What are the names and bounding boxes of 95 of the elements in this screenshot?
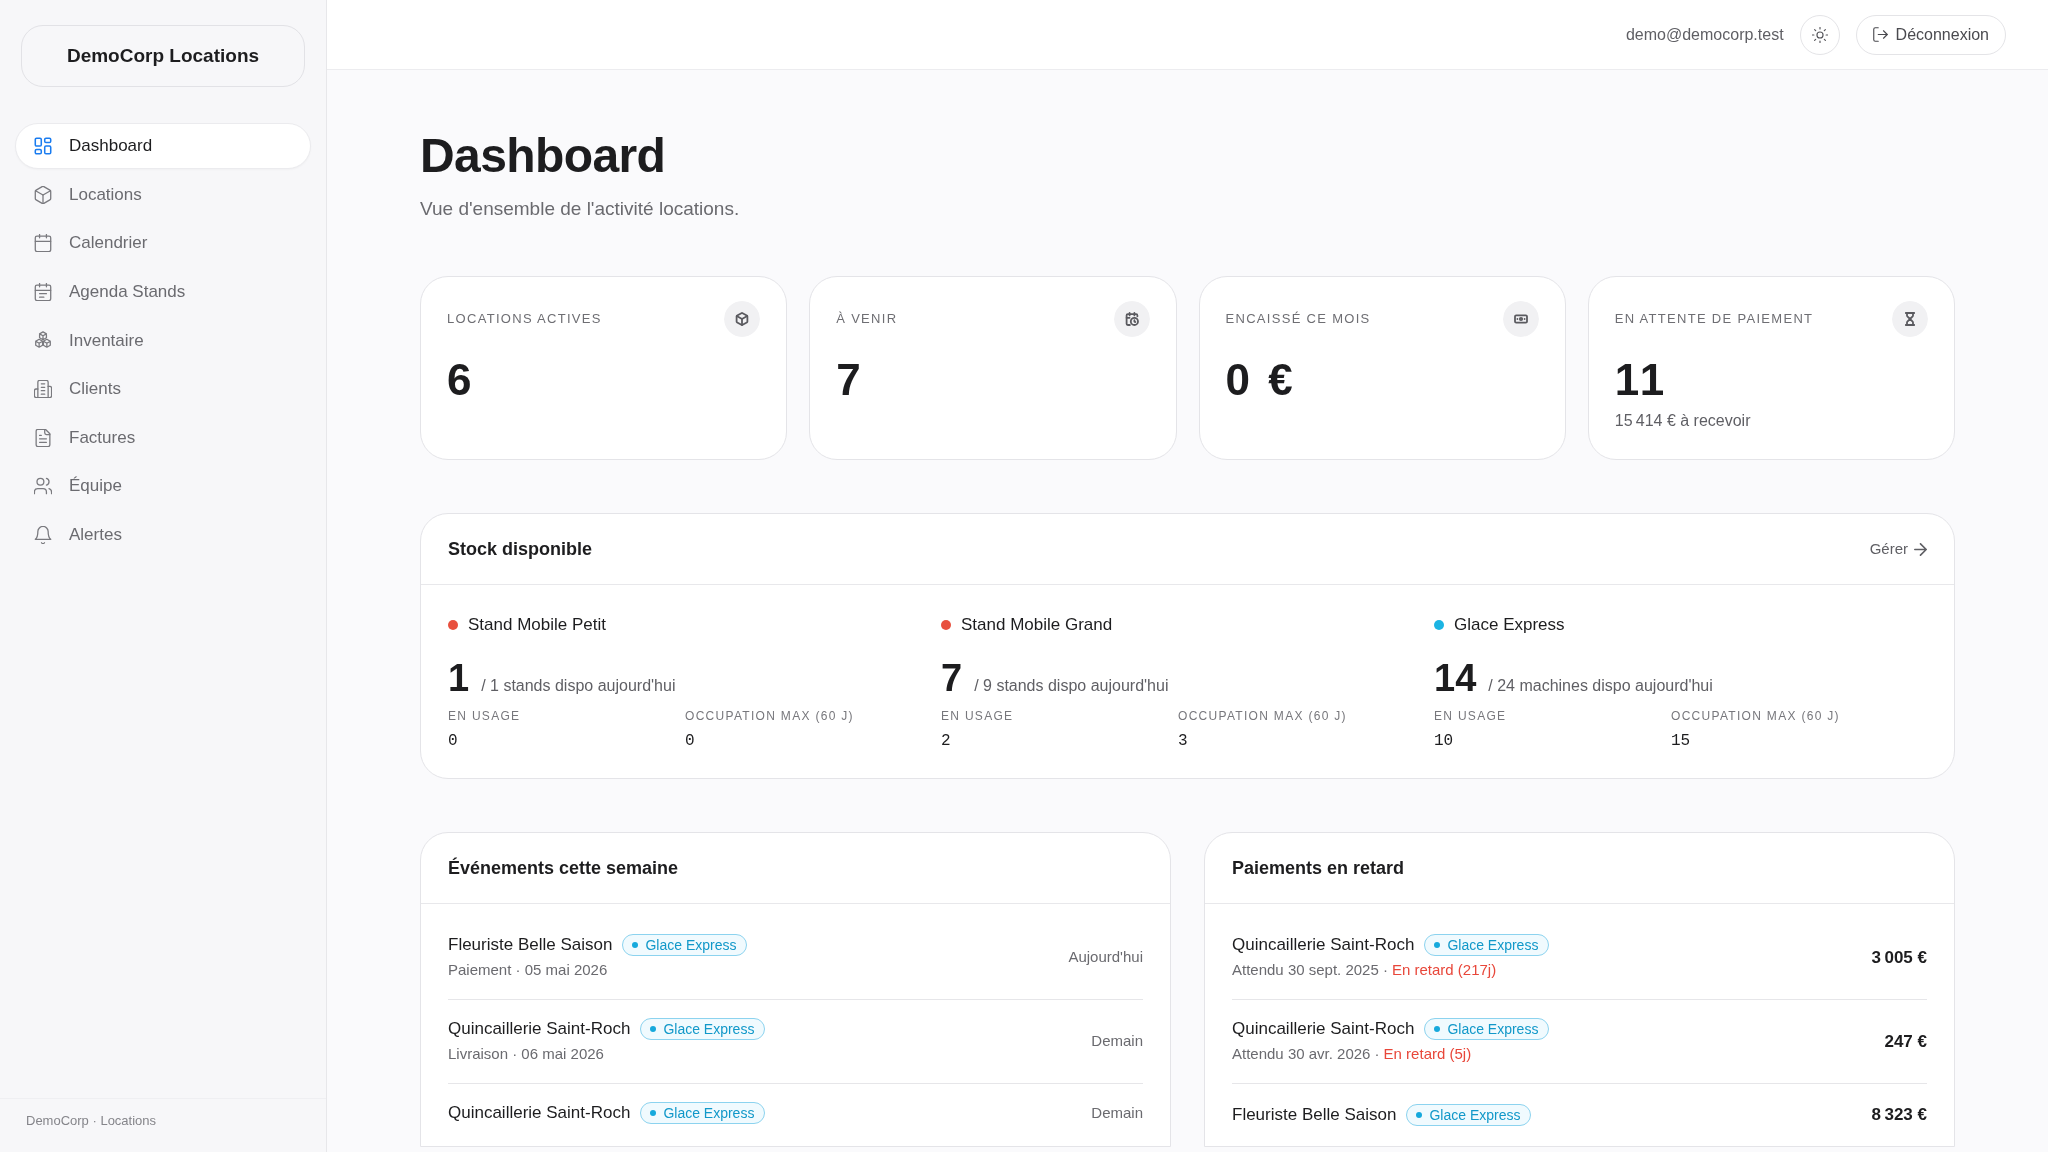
sidebar-nav-item[interactable]: Alertes [15,511,311,558]
event-detail: Livraison · 06 mai 2026 [448,1044,604,1064]
stat-label: À VENIR [836,310,898,329]
capacity-text: / 1 stands dispo aujourd'hui [481,676,676,696]
event-detail: Paiement · 05 mai 2026 [448,960,608,980]
metric-label: EN USAGE [941,708,1015,724]
product-tag-label: Glace Express [1447,1020,1539,1039]
sidebar-nav-item[interactable]: Clients [15,365,311,412]
event-day: Demain [1091,1030,1143,1053]
panel-title: Événements cette semaine [448,856,679,880]
metric-label: OCCUPATION MAX (60 J) [685,708,855,724]
calendar-clock-icon [1113,301,1150,337]
client-name: Fleuriste Belle Saison [448,934,613,956]
tag-dot-icon [632,942,639,948]
client-name: Quincaillerie Saint-Roch [1232,934,1415,956]
cube-icon [34,185,52,204]
available-count: 14 [1434,656,1477,700]
product-tag-label: Glace Express [1429,1105,1521,1125]
logout-button[interactable]: Déconnexion [1855,14,2006,55]
brand-name: DemoCorp Locations [21,25,305,87]
sidebar-nav-item[interactable]: Calendrier [15,220,311,267]
users-icon [34,477,52,496]
overdue-status: En retard (5j) [1383,1044,1472,1064]
metric-value: 15 [1671,731,1692,751]
event-day: Demain [1091,1102,1143,1125]
logout-icon [1872,27,1888,42]
client-name: Quincaillerie Saint-Roch [1232,1018,1415,1040]
sidebar-nav-item[interactable]: Équipe [15,463,311,510]
metric-label: OCCUPATION MAX (60 J) [1671,708,1841,724]
metric-label: EN USAGE [1434,708,1508,724]
product-tag-label: Glace Express [663,1020,755,1039]
stat-value: 6 [447,355,476,405]
metric-value: 10 [1434,731,1455,751]
product-tag-label: Glace Express [645,936,737,955]
client-name: Quincaillerie Saint-Roch [448,1018,631,1040]
page-subtitle: Vue d'ensemble de l'activité locations. [420,197,741,221]
dashboard-grid-icon [34,137,52,155]
sidebar-footer-text: DemoCorp · Locations [0,1097,326,1152]
cubes-icon [34,331,52,350]
sidebar-nav-item[interactable]: Inventaire [15,317,311,364]
sidebar-nav-item[interactable]: Dashboard [15,123,311,169]
arrow-right-icon [1914,542,1927,556]
document-icon [34,428,52,447]
calendar-icon [34,234,52,253]
tag-dot-icon [650,1026,657,1032]
amount-due: 8 323 € [1871,1104,1927,1126]
metric-value: 3 [1178,731,1189,751]
available-count: 1 [448,656,470,700]
client-name: Quincaillerie Saint-Roch [448,1102,631,1125]
calendar-list-icon [34,282,52,301]
banknote-icon [1502,301,1539,337]
stat-note: 15 414 € à recevoir [1614,411,1752,431]
tag-dot-icon [1434,1026,1441,1032]
overdue-status: En retard (217j) [1391,960,1497,980]
stat-label: ENCAISSÉ CE MOIS [1225,310,1371,329]
tag-dot-icon [650,1110,657,1117]
stat-value: 7 [836,355,865,405]
manage-link[interactable]: Gérer [1869,537,1927,561]
metric-value: 2 [941,731,952,751]
stat-label: EN ATTENTE DE PAIEMENT [1614,310,1814,329]
stock-item-name: Glace Express [1454,614,1565,636]
sidebar-nav-item[interactable]: Locations [15,171,311,218]
sidebar-nav-item[interactable]: Factures [15,414,311,461]
amount-due: 247 € [1884,1030,1927,1053]
bell-icon [34,525,52,544]
panel-title: Stock disponible [448,537,593,561]
page-title: Dashboard [420,128,667,183]
stock-item-name: Stand Mobile Petit [468,614,606,636]
panel-title: Paiements en retard [1232,856,1405,880]
metric-value: 0 [448,731,459,751]
amount-due: 3 005 € [1871,946,1927,969]
tag-dot-icon [1416,1111,1423,1118]
tag-dot-icon [1434,942,1441,948]
available-count: 7 [941,656,963,700]
client-name: Fleuriste Belle Saison [1232,1103,1397,1126]
sun-icon [1811,26,1828,43]
capacity-text: / 24 machines dispo aujourd'hui [1488,676,1713,696]
stock-item-name: Stand Mobile Grand [961,614,1113,636]
hourglass-icon [1892,301,1928,337]
user-email: demo@democorp.test [1625,24,1784,45]
metric-value: 0 [685,731,696,751]
due-date-text: Attendu 30 sept. 2025 · [1232,960,1388,980]
building-icon [34,379,52,398]
metric-label: EN USAGE [448,708,522,724]
stat-label: LOCATIONS ACTIVES [447,310,602,329]
capacity-text: / 9 stands dispo aujourd'hui [974,676,1169,696]
sidebar-nav-item[interactable]: Agenda Stands [15,268,311,315]
event-day: Aujourd'hui [1068,946,1143,969]
cube-icon [724,301,761,337]
product-tag-label: Glace Express [663,1104,755,1124]
stat-value: 0 € [1225,355,1297,405]
product-tag-label: Glace Express [1447,936,1539,955]
due-date-text: Attendu 30 avr. 2026 · [1232,1044,1380,1064]
stat-value: 11 [1614,355,1669,405]
metric-label: OCCUPATION MAX (60 J) [1178,708,1348,724]
